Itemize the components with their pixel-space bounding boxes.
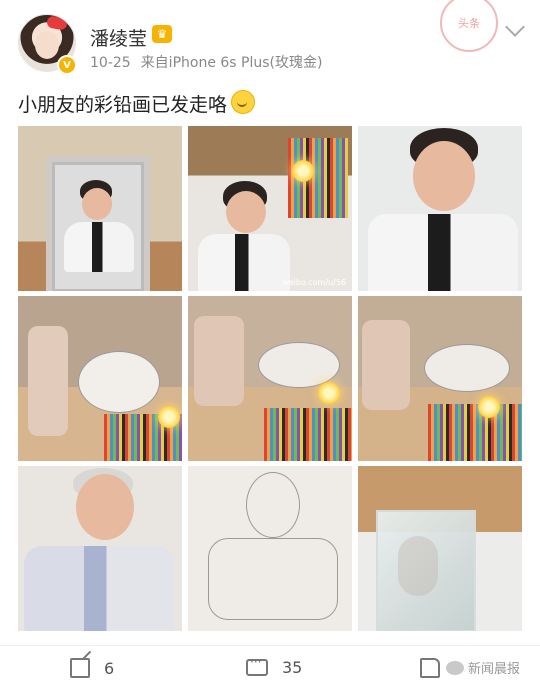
pencil-box — [428, 404, 522, 461]
avatar-face — [35, 31, 59, 59]
sketch-body — [208, 538, 338, 620]
comment-icon — [246, 655, 268, 676]
repost-count: 6 — [104, 658, 115, 678]
boy-face — [413, 141, 475, 211]
boy-body — [198, 234, 290, 291]
post-source[interactable]: 来自iPhone 6s Plus(玫瑰金) — [141, 55, 323, 71]
chevron-down-icon[interactable] — [505, 17, 525, 37]
grid-image-7[interactable] — [18, 466, 182, 631]
vip-crown-icon: ♛ — [152, 25, 172, 43]
repost-button[interactable]: 6 — [70, 658, 114, 678]
person-arm — [194, 316, 244, 406]
grid-image-4[interactable] — [18, 296, 182, 461]
wechat-icon — [445, 660, 464, 675]
image-watermark: weibo.com/u/56 — [282, 278, 346, 287]
boy-body — [64, 222, 134, 272]
brand-watermark: 新闻晨报 — [445, 658, 520, 677]
boy-body — [24, 546, 174, 631]
sketch-face — [246, 472, 300, 538]
post-date: 10-25 — [90, 55, 131, 71]
grid-image-3[interactable] — [358, 126, 522, 291]
boy-face — [226, 191, 266, 233]
lamp — [318, 382, 340, 404]
grid-image-1[interactable] — [18, 126, 182, 291]
username[interactable]: 潘绫莹 — [90, 24, 147, 51]
grid-image-2[interactable]: weibo.com/u/56 — [188, 126, 352, 291]
person-arm — [28, 326, 68, 436]
grid-image-5[interactable] — [188, 296, 352, 461]
picture-frame — [46, 156, 150, 291]
post-text: 小朋友的彩铅画已发走咯 — [18, 90, 256, 117]
lamp — [292, 160, 314, 182]
post-text-content: 小朋友的彩铅画已发走咯 — [18, 94, 228, 116]
share-icon — [70, 658, 90, 678]
comment-button[interactable]: 35 — [246, 655, 303, 677]
grid-image-9[interactable] — [358, 466, 522, 631]
boy-face — [76, 474, 134, 540]
boy-face — [82, 188, 112, 220]
verified-badge-icon: V — [57, 55, 77, 75]
post-meta: 10-25 来自iPhone 6s Plus(玫瑰金) — [90, 52, 322, 72]
post-header: V 潘绫莹 ♛ 10-25 来自iPhone 6s Plus(玫瑰金) 头条 — [0, 0, 540, 90]
lamp — [158, 406, 180, 428]
grid-image-6[interactable] — [358, 296, 522, 461]
package-contents — [398, 536, 438, 596]
brand-name: 新闻晨报 — [467, 662, 520, 677]
boy-body — [368, 214, 518, 291]
lamp — [478, 396, 500, 418]
grid-image-8[interactable] — [188, 466, 352, 631]
pencil-box — [264, 408, 352, 461]
post-footer: 6 35 新闻晨报 — [0, 645, 540, 691]
like-icon — [420, 658, 440, 678]
stamp: 头条 — [440, 0, 498, 52]
drawing-paper — [78, 351, 160, 413]
person-arm — [362, 320, 410, 410]
smile-emoji-icon — [231, 90, 256, 114]
drawing-paper — [424, 344, 510, 392]
avatar-bow — [46, 15, 68, 31]
comment-count: 35 — [282, 658, 303, 677]
